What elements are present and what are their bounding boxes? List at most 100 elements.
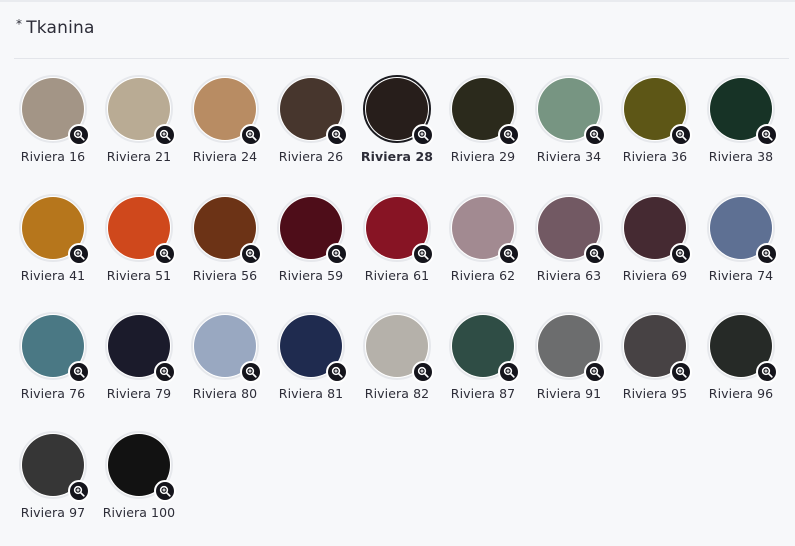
- zoom-in-icon[interactable]: [670, 124, 692, 146]
- swatch-label: Riviera 74: [709, 268, 773, 283]
- fabric-swatch[interactable]: Riviera 26: [268, 72, 354, 191]
- swatch-ring[interactable]: [363, 194, 431, 262]
- zoom-in-icon[interactable]: [756, 124, 778, 146]
- fabric-swatch[interactable]: Riviera 100: [96, 428, 182, 546]
- zoom-in-icon[interactable]: [670, 361, 692, 383]
- zoom-in-icon[interactable]: [326, 124, 348, 146]
- fabric-swatch[interactable]: Riviera 97: [10, 428, 96, 546]
- fabric-swatch[interactable]: Riviera 41: [10, 191, 96, 310]
- zoom-in-icon[interactable]: [584, 124, 606, 146]
- swatch-label: Riviera 56: [193, 268, 257, 283]
- swatch-ring[interactable]: [707, 75, 775, 143]
- zoom-in-icon[interactable]: [154, 361, 176, 383]
- swatch-label: Riviera 34: [537, 149, 601, 164]
- swatch-ring[interactable]: [277, 312, 345, 380]
- swatch-ring[interactable]: [191, 312, 259, 380]
- fabric-swatch[interactable]: Riviera 51: [96, 191, 182, 310]
- zoom-in-icon[interactable]: [240, 361, 262, 383]
- swatch-ring[interactable]: [277, 75, 345, 143]
- fabric-swatch[interactable]: Riviera 62: [440, 191, 526, 310]
- fabric-swatch[interactable]: Riviera 91: [526, 309, 612, 428]
- swatch-ring[interactable]: [105, 194, 173, 262]
- fabric-swatch[interactable]: Riviera 63: [526, 191, 612, 310]
- swatch-ring[interactable]: [277, 194, 345, 262]
- fabric-swatch[interactable]: Riviera 24: [182, 72, 268, 191]
- fabric-swatch[interactable]: Riviera 59: [268, 191, 354, 310]
- swatch-label: Riviera 26: [279, 149, 343, 164]
- zoom-in-icon[interactable]: [68, 243, 90, 265]
- zoom-in-icon[interactable]: [756, 361, 778, 383]
- swatch-ring[interactable]: [707, 312, 775, 380]
- swatch-ring[interactable]: [621, 312, 689, 380]
- swatch-ring[interactable]: [191, 75, 259, 143]
- swatch-ring[interactable]: [535, 75, 603, 143]
- swatch-ring[interactable]: [621, 194, 689, 262]
- swatch-label: Riviera 76: [21, 386, 85, 401]
- zoom-in-icon[interactable]: [326, 361, 348, 383]
- fabric-swatch[interactable]: Riviera 96: [698, 309, 784, 428]
- zoom-in-icon[interactable]: [68, 361, 90, 383]
- swatch-ring[interactable]: [19, 431, 87, 499]
- swatch-ring[interactable]: [535, 312, 603, 380]
- swatch-ring[interactable]: [449, 75, 517, 143]
- zoom-in-icon[interactable]: [412, 361, 434, 383]
- zoom-in-icon[interactable]: [240, 243, 262, 265]
- fabric-swatch[interactable]: Riviera 95: [612, 309, 698, 428]
- fabric-swatch[interactable]: Riviera 87: [440, 309, 526, 428]
- fabric-swatch[interactable]: Riviera 82: [354, 309, 440, 428]
- swatch-ring[interactable]: [621, 75, 689, 143]
- fabric-swatch[interactable]: Riviera 79: [96, 309, 182, 428]
- fabric-swatch[interactable]: Riviera 81: [268, 309, 354, 428]
- zoom-in-icon[interactable]: [756, 243, 778, 265]
- zoom-in-icon[interactable]: [68, 480, 90, 502]
- zoom-in-icon[interactable]: [240, 124, 262, 146]
- zoom-in-icon[interactable]: [670, 243, 692, 265]
- fabric-swatch[interactable]: Riviera 16: [10, 72, 96, 191]
- swatch-label: Riviera 59: [279, 268, 343, 283]
- swatch-label: Riviera 51: [107, 268, 171, 283]
- swatch-ring[interactable]: [707, 194, 775, 262]
- swatch-label: Riviera 97: [21, 505, 85, 520]
- zoom-in-icon[interactable]: [412, 124, 434, 146]
- zoom-in-icon[interactable]: [498, 361, 520, 383]
- swatch-label: Riviera 29: [451, 149, 515, 164]
- swatch-label: Riviera 62: [451, 268, 515, 283]
- zoom-in-icon[interactable]: [154, 243, 176, 265]
- swatch-ring[interactable]: [105, 75, 173, 143]
- zoom-in-icon[interactable]: [412, 243, 434, 265]
- fabric-swatch[interactable]: Riviera 29: [440, 72, 526, 191]
- swatch-ring[interactable]: [363, 312, 431, 380]
- swatch-label: Riviera 24: [193, 149, 257, 164]
- section-title: *Tkanina: [16, 18, 95, 38]
- zoom-in-icon[interactable]: [584, 243, 606, 265]
- swatch-label: Riviera 28: [361, 149, 433, 164]
- swatch-ring[interactable]: [19, 312, 87, 380]
- fabric-swatch[interactable]: Riviera 21: [96, 72, 182, 191]
- zoom-in-icon[interactable]: [68, 124, 90, 146]
- fabric-swatch[interactable]: Riviera 69: [612, 191, 698, 310]
- fabric-swatch[interactable]: Riviera 80: [182, 309, 268, 428]
- fabric-swatch[interactable]: Riviera 28: [354, 72, 440, 191]
- swatch-ring[interactable]: [449, 312, 517, 380]
- fabric-swatch[interactable]: Riviera 56: [182, 191, 268, 310]
- swatch-ring[interactable]: [363, 75, 431, 143]
- fabric-swatch[interactable]: Riviera 36: [612, 72, 698, 191]
- fabric-swatch[interactable]: Riviera 61: [354, 191, 440, 310]
- swatch-ring[interactable]: [105, 431, 173, 499]
- fabric-swatch[interactable]: Riviera 34: [526, 72, 612, 191]
- fabric-swatch[interactable]: Riviera 74: [698, 191, 784, 310]
- swatch-ring[interactable]: [535, 194, 603, 262]
- zoom-in-icon[interactable]: [154, 480, 176, 502]
- fabric-swatch[interactable]: Riviera 38: [698, 72, 784, 191]
- zoom-in-icon[interactable]: [154, 124, 176, 146]
- zoom-in-icon[interactable]: [326, 243, 348, 265]
- swatch-ring[interactable]: [105, 312, 173, 380]
- swatch-ring[interactable]: [191, 194, 259, 262]
- zoom-in-icon[interactable]: [498, 243, 520, 265]
- zoom-in-icon[interactable]: [584, 361, 606, 383]
- swatch-ring[interactable]: [19, 75, 87, 143]
- swatch-ring[interactable]: [19, 194, 87, 262]
- swatch-ring[interactable]: [449, 194, 517, 262]
- zoom-in-icon[interactable]: [498, 124, 520, 146]
- fabric-swatch[interactable]: Riviera 76: [10, 309, 96, 428]
